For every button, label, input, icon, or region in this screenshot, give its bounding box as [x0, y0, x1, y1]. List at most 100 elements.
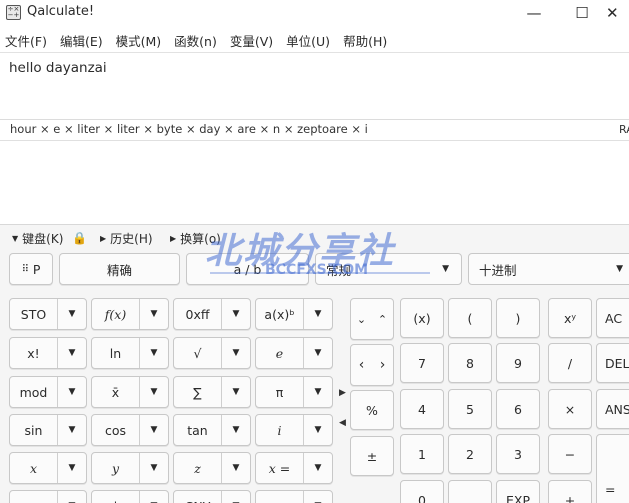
sto-label[interactable]: STO — [10, 299, 58, 329]
digit-7-button[interactable]: 7 — [400, 343, 444, 383]
cursor-nav-button[interactable]: ‹ › — [350, 344, 394, 386]
pi-button[interactable]: π ▼ — [255, 376, 333, 408]
keypad-toggle[interactable]: ▼ 键盘(K) — [12, 230, 63, 247]
angle-mode-indicator[interactable]: RA — [619, 123, 629, 136]
sum-label[interactable]: ∑ — [174, 377, 222, 407]
blank-b-button[interactable]: ▼ — [255, 490, 333, 503]
abs-button[interactable]: |▼ — [91, 490, 169, 503]
dropdown-arrow-icon[interactable]: ▼ — [140, 415, 168, 445]
tan-button[interactable]: tan ▼ — [173, 414, 251, 446]
multiply-button[interactable]: × — [548, 389, 592, 429]
add-button[interactable]: + — [548, 480, 592, 503]
maximize-button[interactable]: ☐ — [560, 0, 604, 26]
dropdown-arrow-icon[interactable]: ▼ — [304, 338, 332, 368]
dropdown-arrow-icon[interactable]: ▼ — [140, 491, 168, 503]
ln-label[interactable]: ln — [92, 338, 140, 368]
history-toggle[interactable]: ▶ 历史(H) — [100, 230, 153, 247]
digit-3-button[interactable]: 3 — [496, 434, 540, 474]
euler-e-button[interactable]: e ▼ — [255, 337, 333, 369]
power-button[interactable]: a(x)ᵇ ▼ — [255, 298, 333, 330]
tan-label[interactable]: tan — [174, 415, 222, 445]
delete-button[interactable]: DEL — [596, 343, 629, 383]
blank-a-button[interactable]: ▼ — [9, 490, 87, 503]
var-y-label[interactable]: y — [92, 453, 140, 483]
dropdown-arrow-icon[interactable]: ▼ — [58, 338, 86, 368]
menu-file[interactable]: 文件(F) — [0, 31, 55, 50]
dropdown-arrow-icon[interactable]: ▼ — [304, 453, 332, 483]
sto-button[interactable]: STO ▼ — [9, 298, 87, 330]
digit-6-button[interactable]: 6 — [496, 389, 540, 429]
dropdown-arrow-icon[interactable]: ▼ — [304, 491, 332, 503]
cos-button[interactable]: cos ▼ — [91, 414, 169, 446]
sin-button[interactable]: sin ▼ — [9, 414, 87, 446]
menu-help[interactable]: 帮助(H) — [338, 31, 395, 50]
currency-cny-label[interactable]: CNY — [174, 491, 222, 503]
mod-label[interactable]: mod — [10, 377, 58, 407]
imaginary-i-button[interactable]: i ▼ — [255, 414, 333, 446]
close-button[interactable]: ✕ — [606, 0, 629, 26]
all-clear-button[interactable]: AC — [596, 298, 629, 338]
sqrt-label[interactable]: √ — [174, 338, 222, 368]
blank-b-label[interactable] — [256, 491, 304, 503]
assign-x-button[interactable]: x = ▼ — [255, 452, 333, 484]
euler-e-label[interactable]: e — [256, 338, 304, 368]
factorial-label[interactable]: x! — [10, 338, 58, 368]
dropdown-arrow-icon[interactable]: ▼ — [222, 299, 250, 329]
menu-edit[interactable]: 编辑(E) — [55, 31, 111, 50]
dropdown-arrow-icon[interactable]: ▼ — [140, 377, 168, 407]
var-z-button[interactable]: z ▼ — [173, 452, 251, 484]
exact-toggle-button[interactable]: 精确 — [59, 253, 180, 285]
collapse-left-icon[interactable]: ◀ — [339, 418, 346, 428]
dropdown-arrow-icon[interactable]: ▼ — [222, 377, 250, 407]
digit-2-button[interactable]: 2 — [448, 434, 492, 474]
open-paren-button[interactable]: ( — [448, 298, 492, 338]
menu-units[interactable]: 单位(U) — [281, 31, 338, 50]
function-button[interactable]: f(x) ▼ — [91, 298, 169, 330]
var-y-button[interactable]: y ▼ — [91, 452, 169, 484]
mod-button[interactable]: mod ▼ — [9, 376, 87, 408]
close-paren-button[interactable]: ) — [496, 298, 540, 338]
var-x-button[interactable]: x ▼ — [9, 452, 87, 484]
digit-5-button[interactable]: 5 — [448, 389, 492, 429]
assign-x-label[interactable]: x = — [256, 453, 304, 483]
dropdown-arrow-icon[interactable]: ▼ — [58, 491, 86, 503]
prev-result-button[interactable]: (x) — [400, 298, 444, 338]
dropdown-arrow-icon[interactable]: ▼ — [58, 453, 86, 483]
abs-label[interactable]: | — [92, 491, 140, 503]
dropdown-arrow-icon[interactable]: ▼ — [304, 377, 332, 407]
factorial-button[interactable]: x! ▼ — [9, 337, 87, 369]
currency-cny-button[interactable]: CNY▼ — [173, 490, 251, 503]
digit-8-button[interactable]: 8 — [448, 343, 492, 383]
dropdown-arrow-icon[interactable]: ▼ — [58, 299, 86, 329]
menu-mode[interactable]: 模式(M) — [111, 31, 170, 50]
power-xy-button[interactable]: xʸ — [548, 298, 592, 338]
equals-button[interactable]: = — [596, 434, 629, 503]
history-nav-button[interactable]: ⌄ ⌃ — [350, 298, 394, 340]
answer-button[interactable]: ANS — [596, 389, 629, 429]
dropdown-arrow-icon[interactable]: ▼ — [58, 377, 86, 407]
menu-functions[interactable]: 函数(n) — [169, 31, 225, 50]
sin-label[interactable]: sin — [10, 415, 58, 445]
expression-text[interactable]: hello dayanzai — [9, 60, 107, 76]
percent-button[interactable]: % — [350, 390, 394, 430]
var-z-label[interactable]: z — [174, 453, 222, 483]
digit-1-button[interactable]: 1 — [400, 434, 444, 474]
hex-button[interactable]: 0xff ▼ — [173, 298, 251, 330]
number-base-select[interactable]: 十进制 ▼ — [468, 253, 629, 285]
hex-label[interactable]: 0xff — [174, 299, 222, 329]
pi-label[interactable]: π — [256, 377, 304, 407]
dropdown-arrow-icon[interactable]: ▼ — [222, 491, 250, 503]
plus-minus-button[interactable]: ± — [350, 436, 394, 476]
dropdown-arrow-icon[interactable]: ▼ — [58, 415, 86, 445]
blank-a-label[interactable] — [10, 491, 58, 503]
mean-label[interactable]: x̄ — [92, 377, 140, 407]
digit-0-button[interactable]: 0 — [400, 480, 444, 503]
dropdown-arrow-icon[interactable]: ▼ — [222, 453, 250, 483]
function-label[interactable]: f(x) — [92, 299, 140, 329]
sum-button[interactable]: ∑ ▼ — [173, 376, 251, 408]
lock-icon[interactable]: 🔒 — [72, 231, 87, 245]
exponent-button[interactable]: EXP — [496, 480, 540, 503]
cos-label[interactable]: cos — [92, 415, 140, 445]
minimize-button[interactable]: — — [512, 0, 556, 26]
divide-button[interactable]: / — [548, 343, 592, 383]
